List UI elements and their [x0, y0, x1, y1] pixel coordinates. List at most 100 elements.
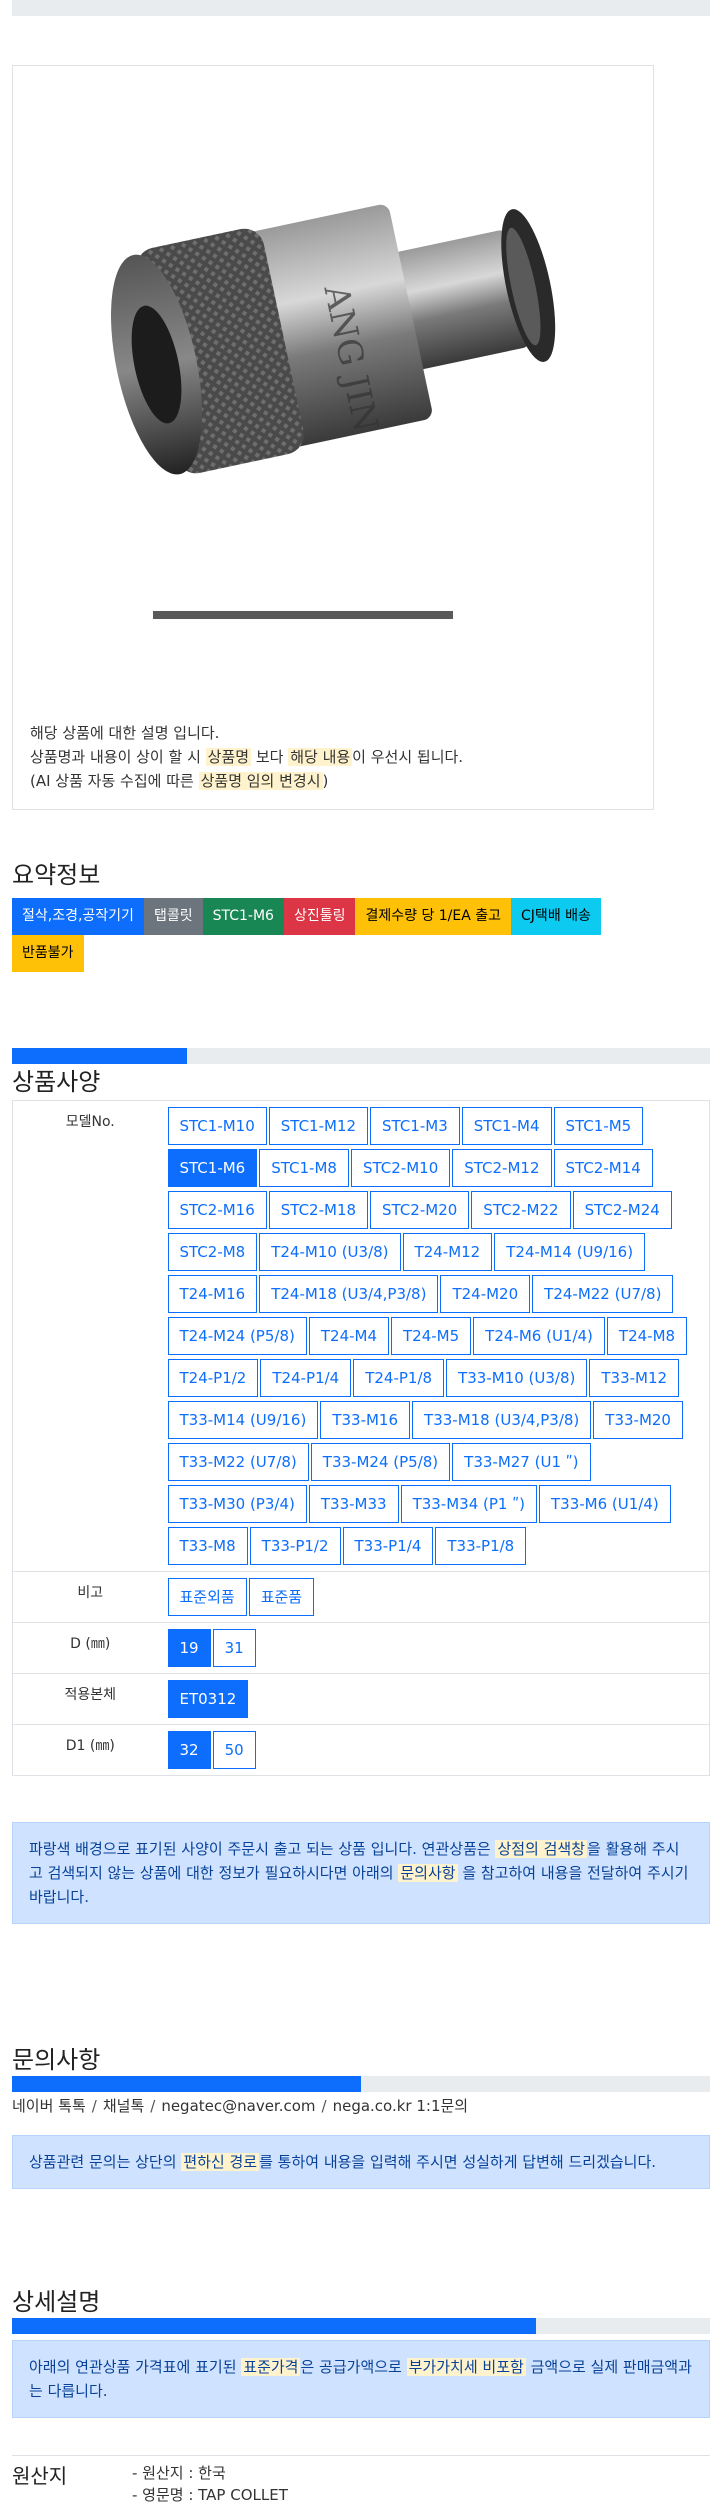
- spec-option-button[interactable]: STC2-M14: [553, 1149, 653, 1187]
- detail-notice: 아래의 연관상품 가격표에 표기된 표준가격 은 공급가액으로 부가가치세 비포함…: [12, 2340, 710, 2418]
- detail-progress: [12, 2318, 710, 2334]
- detail-notice-text: 아래의 연관상품 가격표에 표기된: [29, 2358, 242, 2376]
- origin-line: - 영문명 : TAP COLLET: [132, 2486, 288, 2504]
- contact-links: 네이버 톡톡 / 채널톡 / negatec@naver.com / nega.co.kr …: [12, 2095, 468, 2116]
- contact-link[interactable]: negatec@naver.com: [161, 2097, 315, 2115]
- spec-option-button[interactable]: 32: [167, 1731, 211, 1769]
- contact-link[interactable]: nega.co.kr 1:1문의: [333, 2097, 469, 2115]
- spec-option-button[interactable]: T33-M24 (P5/8): [310, 1443, 451, 1481]
- spec-option-button[interactable]: STC2-M12: [452, 1149, 552, 1187]
- spec-option-button[interactable]: T33-M18 (U3/4,P3/8): [412, 1401, 592, 1439]
- spec-option-button[interactable]: T24-P1/8: [353, 1359, 445, 1397]
- spec-option-button[interactable]: T24-M18 (U3/4,P3/8): [259, 1275, 439, 1313]
- inquiry-notice: 상품관련 문의는 상단의 편하신 경로 를 통하여 내용을 입력해 주시면 성실하…: [12, 2135, 710, 2189]
- spec-option-button[interactable]: T24-M16: [167, 1275, 258, 1313]
- spec-option-button[interactable]: T33-M14 (U9/16): [167, 1401, 319, 1439]
- spec-option-button[interactable]: T24-P1/2: [167, 1359, 259, 1397]
- summary-badge: 결제수량 당 1/EA 출고: [355, 898, 512, 935]
- spec-title: 상품사양: [12, 1068, 101, 1096]
- description-text: 해당 상품에 대한 설명 입니다.: [30, 724, 220, 742]
- spec-option-button[interactable]: STC1-M5: [553, 1107, 644, 1145]
- spec-notice-highlight: 문의사항: [398, 1864, 458, 1882]
- spec-option-button[interactable]: T33-P1/2: [249, 1527, 341, 1565]
- spec-option-button[interactable]: T33-P1/4: [342, 1527, 434, 1565]
- inquiry-notice-highlight: 편하신 경로: [181, 2153, 260, 2171]
- spec-table: 모델No. STC1-M10 STC1-M12 STC1-M3 STC1-M4 STC1-…: [12, 1100, 710, 1776]
- spec-option-button[interactable]: T24-M14 (U9/16): [494, 1233, 646, 1271]
- spec-option-button[interactable]: 표준품: [248, 1578, 315, 1616]
- inquiry-progress: [12, 2076, 710, 2092]
- spec-option-button[interactable]: T24-M5: [391, 1317, 472, 1355]
- spec-notice-highlight: 상점의 검색창: [495, 1840, 588, 1858]
- spec-option-button[interactable]: T33-M10 (U3/8): [446, 1359, 588, 1397]
- spec-option-button[interactable]: STC2-M10: [350, 1149, 451, 1187]
- spec-option-button[interactable]: T33-M22 (U7/8): [167, 1443, 309, 1481]
- spec-option-button[interactable]: 50: [212, 1731, 256, 1769]
- spec-row: D1 (㎜) 32 50: [12, 1724, 710, 1776]
- spec-option-button[interactable]: T24-M10 (U3/8): [259, 1233, 401, 1271]
- spec-row: D (㎜) 19 31: [12, 1622, 710, 1674]
- spec-option-button[interactable]: STC1-M10: [167, 1107, 267, 1145]
- description-line: 해당 상품에 대한 설명 입니다.: [30, 721, 463, 745]
- top-bar: [12, 0, 710, 16]
- link-separator: /: [150, 2097, 156, 2115]
- origin-section: 원산지 - 원산지 : 한국 - 영문명 : TAP COLLET: [12, 2455, 710, 2504]
- spec-option-button[interactable]: T24-M24 (P5/8): [167, 1317, 307, 1355]
- spec-label: 모델No.: [12, 1100, 168, 1572]
- detail-notice-highlight: 부가가치세 비포함: [406, 2358, 526, 2376]
- spec-option-button[interactable]: T24-P1/4: [260, 1359, 352, 1397]
- contact-link[interactable]: 네이버 톡톡: [12, 2097, 86, 2115]
- detail-notice-text: 은 공급가액으로: [300, 2358, 407, 2376]
- spec-option-button[interactable]: STC2-M22: [471, 1191, 571, 1229]
- spec-progress: [12, 1048, 710, 1064]
- spec-option-button[interactable]: T33-M16: [320, 1401, 411, 1439]
- spec-option-button[interactable]: STC2-M16: [167, 1191, 267, 1229]
- spec-option-button[interactable]: T24-M12: [402, 1233, 493, 1271]
- product-description: 해당 상품에 대한 설명 입니다. 상품명과 내용이 상이 할 시 상품명 보다 …: [30, 721, 463, 793]
- summary-badge: STC1-M6: [202, 898, 284, 935]
- detail-notice-highlight: 표준가격: [241, 2358, 301, 2376]
- spec-option-button[interactable]: STC2-M8: [167, 1233, 258, 1271]
- spec-notice-text: 파랑색 배경으로 표기된 사양이 주문시 출고 되는 상품 입니다. 연관상품은: [29, 1840, 496, 1858]
- description-line: 상품명과 내용이 상이 할 시 상품명 보다 해당 내용 이 우선시 됩니다.: [30, 745, 463, 769]
- spec-option-button[interactable]: STC1-M6: [167, 1149, 258, 1187]
- inquiry-notice-text: 를 통하여 내용을 입력해 주시면 성실하게 답변해 드리겠습니다.: [259, 2153, 657, 2171]
- description-highlight: 해당 내용: [288, 748, 353, 766]
- spec-option-button[interactable]: T33-M6 (U1/4): [538, 1485, 671, 1523]
- description-text: 상품명과 내용이 상이 할 시: [30, 748, 206, 766]
- spec-option-button[interactable]: T33-M20: [593, 1401, 683, 1439]
- spec-option-button[interactable]: ET0312: [167, 1680, 249, 1718]
- spec-option-button[interactable]: T24-M20: [440, 1275, 531, 1313]
- spec-option-button[interactable]: T33-M34 (P1 ʺ): [400, 1485, 537, 1523]
- spec-option-button[interactable]: 31: [212, 1629, 256, 1667]
- spec-option-button[interactable]: T33-M8: [167, 1527, 248, 1565]
- spec-option-button[interactable]: 표준외품: [167, 1578, 247, 1616]
- summary-badge: 상진툴링: [283, 898, 356, 935]
- contact-link[interactable]: 채널톡: [103, 2097, 144, 2115]
- spec-option-button[interactable]: T33-M33: [308, 1485, 399, 1523]
- spec-option-button[interactable]: T24-M22 (U7/8): [532, 1275, 674, 1313]
- summary-badge: 탭콜릿: [143, 898, 203, 935]
- origin-line: - 원산지 : 한국: [132, 2464, 226, 2482]
- spec-option-button[interactable]: STC2-M18: [268, 1191, 369, 1229]
- spec-option-button[interactable]: T33-M27 (U1 ʺ): [452, 1443, 591, 1481]
- spec-label: 적용본체: [12, 1673, 168, 1725]
- spec-option-button[interactable]: T33-M12: [589, 1359, 680, 1397]
- description-text: 보다: [251, 748, 289, 766]
- spec-option-button[interactable]: STC1-M12: [268, 1107, 369, 1145]
- spec-option-button[interactable]: T33-P1/8: [435, 1527, 527, 1565]
- spec-option-button[interactable]: STC1-M4: [461, 1107, 552, 1145]
- spec-row: 모델No. STC1-M10 STC1-M12 STC1-M3 STC1-M4 STC1-…: [12, 1100, 710, 1572]
- spec-option-button[interactable]: T24-M4: [308, 1317, 390, 1355]
- spec-option-button[interactable]: T24-M8: [606, 1317, 688, 1355]
- spec-option-button[interactable]: STC1-M8: [259, 1149, 349, 1187]
- spec-option-button[interactable]: STC2-M24: [572, 1191, 672, 1229]
- spec-option-button[interactable]: STC2-M20: [370, 1191, 470, 1229]
- spec-option-button[interactable]: STC1-M3: [370, 1107, 460, 1145]
- spec-label: 비고: [12, 1571, 168, 1623]
- spec-option-button[interactable]: T33-M30 (P3/4): [167, 1485, 307, 1523]
- summary-badge: 반품불가: [12, 935, 84, 972]
- description-text: 이 우선시 됩니다.: [352, 748, 464, 766]
- spec-option-button[interactable]: 19: [167, 1629, 211, 1667]
- spec-option-button[interactable]: T24-M6 (U1/4): [473, 1317, 605, 1355]
